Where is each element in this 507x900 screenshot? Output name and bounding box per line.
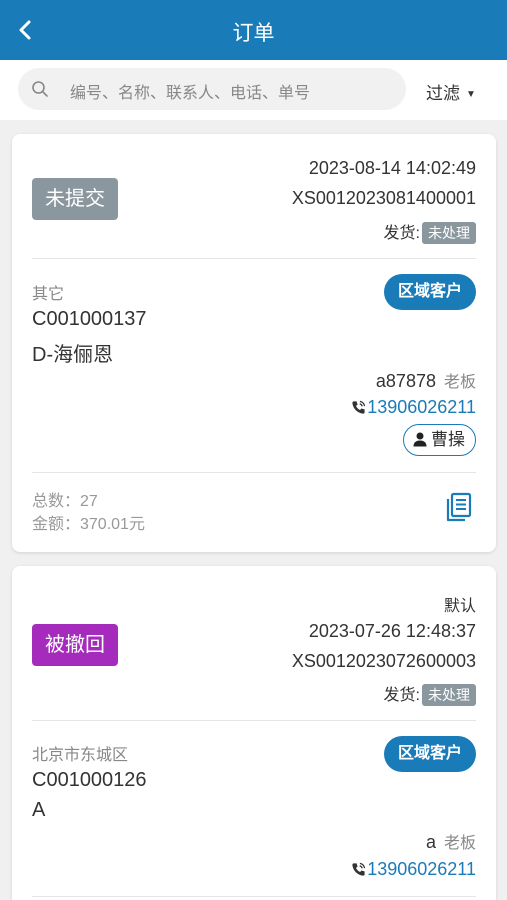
contact-phone-link[interactable]: 13906026211 bbox=[351, 397, 476, 418]
order-card[interactable]: 默认 被撤回 2023-07-26 12:48:37 XS00120230726… bbox=[12, 566, 496, 900]
order-datetime: 2023-08-14 14:02:49 bbox=[308, 158, 476, 178]
customer-type-tag: 区域客户 bbox=[383, 736, 476, 772]
salesperson-name: 曹操 bbox=[431, 430, 465, 449]
shipping-status-badge: 未处理 bbox=[422, 222, 476, 244]
shipping-status: 发货: 未处理 bbox=[384, 681, 476, 706]
contact-person: a87878 老板 bbox=[376, 368, 476, 392]
customer-code: C001000137 bbox=[32, 308, 147, 330]
contact-role: 老板 bbox=[443, 835, 476, 852]
contact-person: a 老板 bbox=[426, 829, 476, 853]
contact-name: a bbox=[425, 832, 436, 852]
phone-icon bbox=[352, 400, 366, 414]
customer-region: 其它 bbox=[32, 286, 65, 303]
shipping-status: 发货: 未处理 bbox=[384, 219, 476, 244]
shipping-status-badge: 未处理 bbox=[422, 684, 476, 706]
order-number: XS0012023072600003 bbox=[291, 651, 476, 671]
divider bbox=[32, 258, 476, 259]
caret-down-icon: ▼ bbox=[466, 89, 476, 100]
customer-name: D-海俪恩 bbox=[32, 344, 114, 366]
shipping-label: 发货: bbox=[383, 225, 420, 242]
order-tag-text: 默认 bbox=[443, 598, 476, 615]
contact-phone-link[interactable]: 13906026211 bbox=[351, 859, 476, 880]
app-header: 订单 bbox=[0, 0, 507, 60]
filter-dropdown[interactable]: 过滤 ▼ bbox=[426, 79, 476, 104]
phone-icon bbox=[352, 862, 366, 876]
total-count: 总数：27 bbox=[32, 493, 98, 510]
customer-name: A bbox=[32, 799, 46, 821]
shipping-label: 发货: bbox=[383, 687, 420, 704]
phone-number: 13906026211 bbox=[367, 859, 476, 879]
document-icon[interactable] bbox=[446, 492, 472, 527]
search-input[interactable]: 编号、名称、联系人、电话、单号 bbox=[18, 68, 406, 110]
order-status-badge: 未提交 bbox=[32, 178, 118, 220]
divider bbox=[32, 472, 476, 473]
filter-label: 过滤 bbox=[426, 84, 460, 103]
divider bbox=[32, 720, 476, 721]
page-title: 订单 bbox=[232, 22, 275, 45]
order-card[interactable]: 未提交 2023-08-14 14:02:49 XS00120230814000… bbox=[12, 134, 496, 552]
search-icon bbox=[32, 81, 48, 97]
contact-name: a87878 bbox=[375, 371, 436, 391]
customer-code: C001000126 bbox=[32, 769, 147, 791]
phone-number: 13906026211 bbox=[367, 397, 476, 417]
divider bbox=[32, 896, 476, 897]
customer-region: 北京市东城区 bbox=[32, 747, 129, 764]
salesperson-chip[interactable]: 曹操 bbox=[403, 424, 476, 456]
customer-type-tag: 区域客户 bbox=[383, 274, 476, 310]
search-bar: 编号、名称、联系人、电话、单号 过滤 ▼ bbox=[0, 60, 507, 120]
order-datetime: 2023-07-26 12:48:37 bbox=[308, 621, 476, 641]
order-status-badge: 被撤回 bbox=[32, 624, 118, 666]
order-number: XS0012023081400001 bbox=[291, 188, 476, 208]
contact-role: 老板 bbox=[443, 374, 476, 391]
total-amount: 金额：370.01元 bbox=[32, 516, 145, 533]
search-placeholder: 编号、名称、联系人、电话、单号 bbox=[70, 85, 311, 102]
person-icon bbox=[413, 432, 427, 447]
